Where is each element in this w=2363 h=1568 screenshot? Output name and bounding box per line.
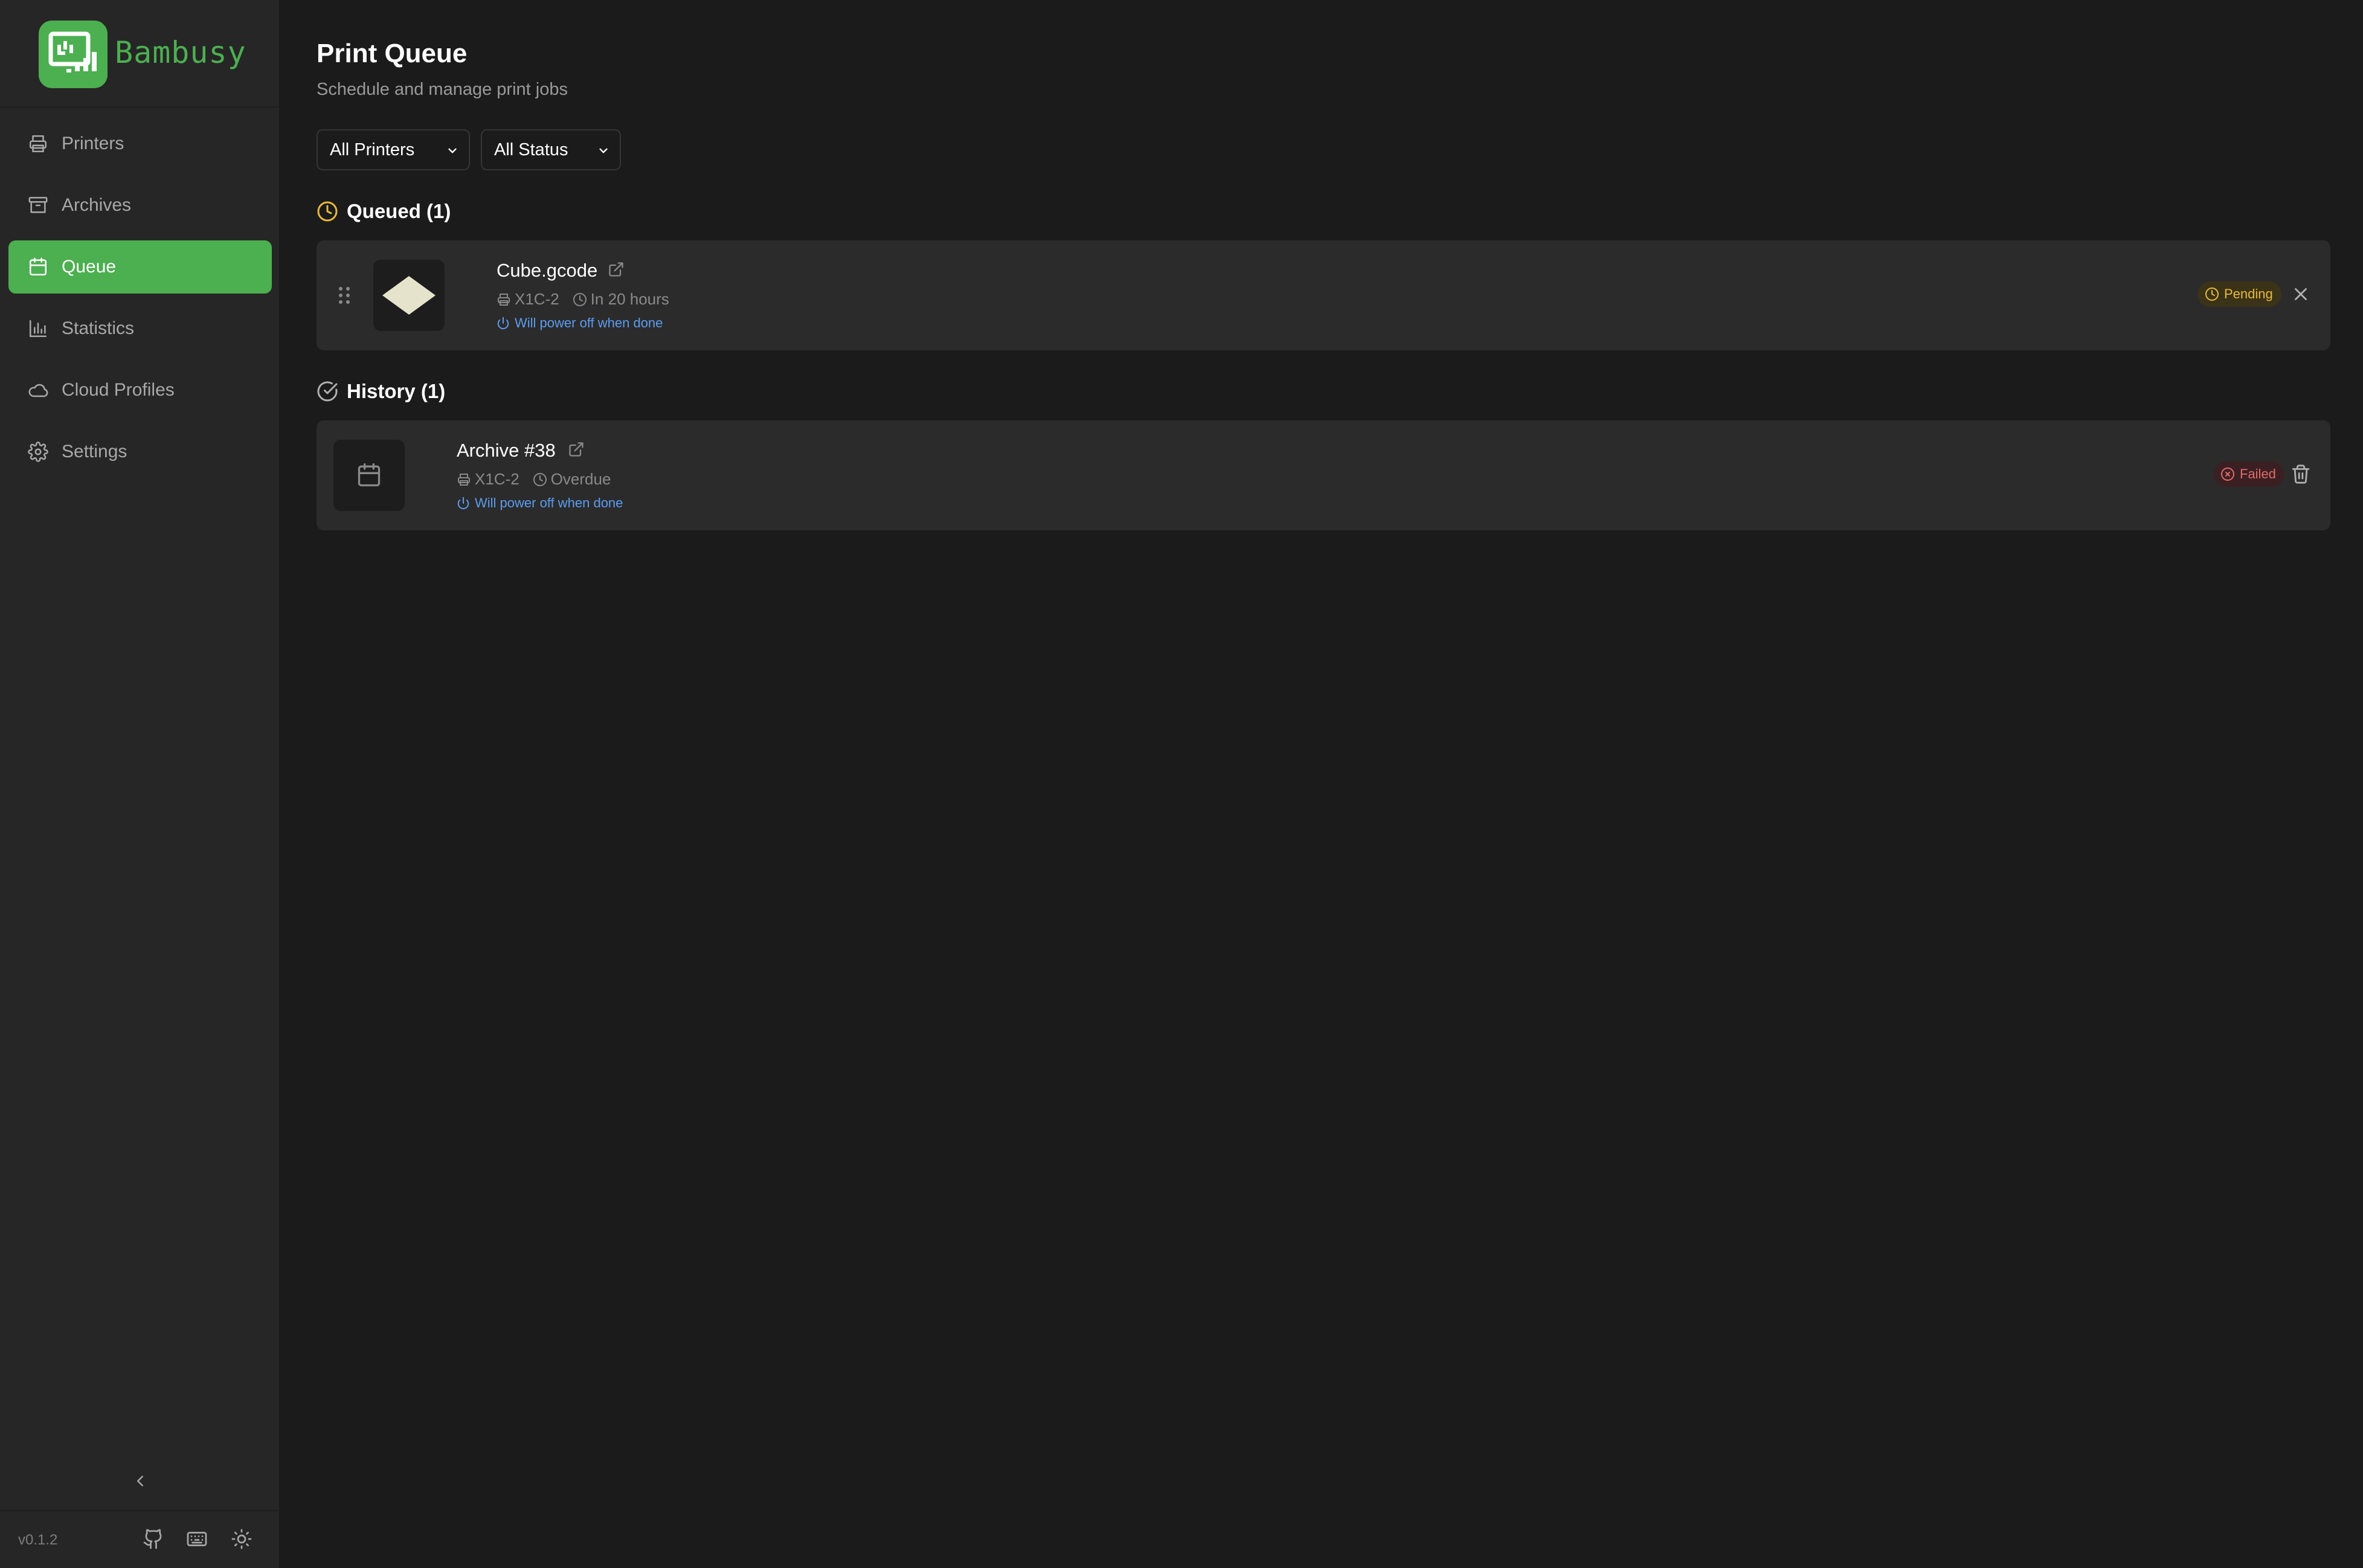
- power-icon: [457, 496, 469, 510]
- power-off-text: Will power off when done: [515, 315, 663, 330]
- job-name[interactable]: Cube.gcode: [497, 260, 597, 281]
- gear-icon: [28, 442, 48, 462]
- bar-chart-icon: [28, 318, 48, 339]
- chevron-left-icon: [137, 1476, 143, 1486]
- calendar-icon: [28, 257, 48, 277]
- history-section-header: History (1): [317, 378, 445, 405]
- job-time: Overdue: [550, 470, 611, 488]
- power-off-text: Will power off when done: [475, 495, 623, 510]
- power-off-note: Will power off when done: [497, 315, 663, 331]
- chevron-down-icon: [599, 148, 608, 153]
- sidebar-item-statistics[interactable]: Statistics: [8, 302, 272, 355]
- clock-icon: [2205, 288, 2219, 301]
- sidebar-item-printers[interactable]: Printers: [8, 117, 272, 170]
- history-heading: History (1): [347, 380, 446, 402]
- sidebar-item-queue[interactable]: Queue: [8, 240, 272, 294]
- external-link-icon[interactable]: [568, 441, 585, 458]
- chevron-down-icon: [448, 148, 457, 153]
- job-name[interactable]: Archive #38: [457, 440, 556, 461]
- close-icon: [2295, 288, 2307, 300]
- job-time: In 20 hours: [590, 290, 669, 308]
- collapse-sidebar-button[interactable]: [127, 1468, 153, 1494]
- printer-icon: [458, 473, 470, 486]
- cloud-icon: [28, 380, 48, 400]
- brand-name: Bambusy: [115, 35, 246, 70]
- queued-heading: Queued (1): [347, 200, 451, 222]
- job-thumbnail: [333, 440, 405, 511]
- job-thumbnail: [373, 260, 445, 331]
- app-version: v0.1.2: [18, 1532, 58, 1548]
- trash-icon: [2292, 464, 2310, 484]
- keyboard-icon[interactable]: [186, 1528, 210, 1552]
- archive-icon: [28, 195, 48, 216]
- clock-icon: [317, 201, 338, 222]
- history-job-card[interactable]: Archive #38 X1C-2 Overdue Will power off…: [317, 420, 2330, 530]
- queue-job-card[interactable]: Cube.gcode X1C-2 In 20 hours Will power …: [317, 240, 2330, 350]
- check-circle-icon: [317, 381, 338, 402]
- printer-icon: [498, 293, 510, 306]
- power-off-note: Will power off when done: [457, 495, 623, 511]
- sidebar-item-label: Settings: [62, 442, 127, 461]
- printer-icon: [28, 133, 48, 154]
- job-meta: X1C-2 In 20 hours: [497, 290, 669, 309]
- remove-job-button[interactable]: [2291, 284, 2313, 307]
- sun-icon[interactable]: [231, 1528, 255, 1552]
- page-title: Print Queue: [317, 39, 468, 68]
- queued-section-header: Queued (1): [317, 198, 451, 225]
- clock-icon: [573, 292, 587, 306]
- drag-handle-icon[interactable]: [337, 285, 352, 306]
- page-subtitle: Schedule and manage print jobs: [317, 80, 568, 99]
- status-badge-label: Failed: [2240, 466, 2276, 481]
- status-badge: Failed: [2213, 461, 2284, 487]
- status-badge-label: Pending: [2224, 286, 2273, 301]
- cube-model-icon: [382, 276, 436, 315]
- printer-filter-select[interactable]: All Printers: [317, 129, 470, 170]
- sidebar: Bambusy Printers Archives Queue Statisti…: [0, 0, 280, 1568]
- job-printer: X1C-2: [475, 470, 519, 488]
- sidebar-item-label: Archives: [62, 195, 132, 215]
- job-meta: X1C-2 Overdue: [457, 470, 611, 489]
- x-circle-icon: [2221, 468, 2234, 481]
- sidebar-item-archives[interactable]: Archives: [8, 179, 272, 232]
- power-icon: [497, 316, 509, 330]
- sidebar-nav: Printers Archives Queue Statistics Cloud…: [8, 117, 272, 487]
- status-filter-select[interactable]: All Status: [481, 129, 621, 170]
- brand-header: Bambusy: [0, 0, 280, 108]
- clock-icon: [533, 472, 547, 486]
- sidebar-item-label: Statistics: [62, 318, 135, 338]
- sidebar-item-label: Queue: [62, 257, 117, 277]
- sidebar-item-settings[interactable]: Settings: [8, 425, 272, 478]
- main-content: Print Queue Schedule and manage print jo…: [281, 0, 2363, 1568]
- calendar-icon: [358, 463, 381, 487]
- github-icon[interactable]: [143, 1528, 167, 1552]
- printer-filter-value: All Printers: [330, 140, 415, 159]
- job-printer: X1C-2: [515, 290, 559, 308]
- delete-job-button[interactable]: [2291, 464, 2313, 487]
- app-window: Bambusy Printers Archives Queue Statisti…: [0, 0, 2363, 1568]
- sidebar-item-cloud-profiles[interactable]: Cloud Profiles: [8, 364, 272, 417]
- external-link-icon[interactable]: [608, 261, 625, 278]
- sidebar-item-label: Printers: [62, 133, 124, 153]
- status-badge: Pending: [2197, 281, 2281, 307]
- sidebar-item-label: Cloud Profiles: [62, 380, 175, 400]
- status-filter-value: All Status: [494, 140, 568, 159]
- bambusy-logo-icon[interactable]: [39, 21, 108, 88]
